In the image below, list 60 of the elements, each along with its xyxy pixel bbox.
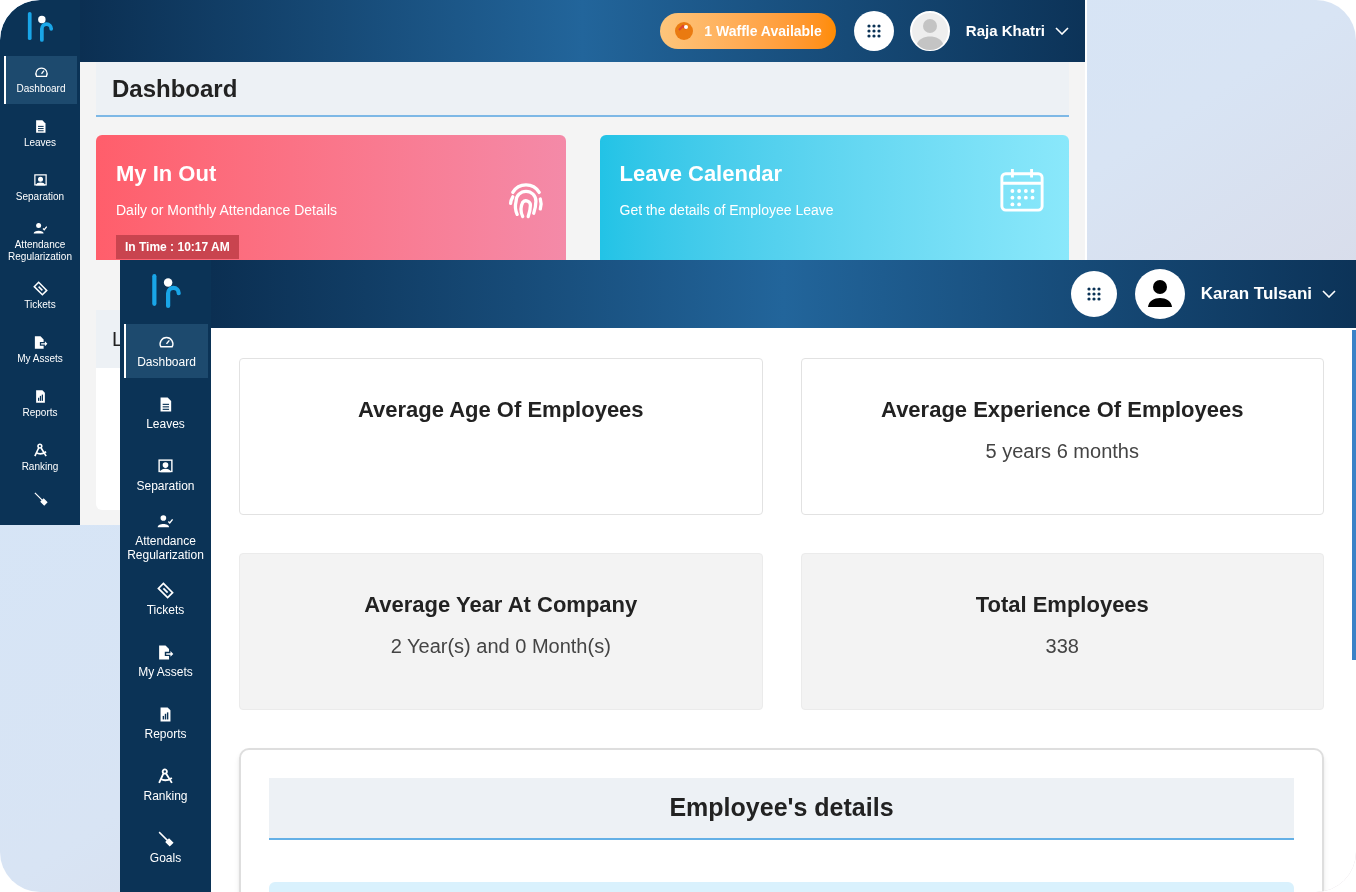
dashboard-card[interactable]: My In Out Daily or Monthly Attendance Details In Time : 10:17 AM xyxy=(96,135,566,260)
gauge-icon xyxy=(33,65,49,80)
sidebar-item[interactable]: Ranking xyxy=(123,758,208,812)
sidebar-item[interactable]: My Assets xyxy=(3,326,77,374)
sidebar-item[interactable]: Attendance Regularization xyxy=(3,218,77,266)
stat-title: Average Age Of Employees xyxy=(357,396,644,424)
grid-icon xyxy=(866,24,881,38)
stat-title: Average Year At Company xyxy=(364,591,638,619)
sidebar-item[interactable]: Separation xyxy=(3,164,77,212)
sidebar-item[interactable]: Attendance Regularization xyxy=(123,510,208,564)
sidebar-item[interactable]: Leaves xyxy=(3,110,77,158)
stat-value: 338 xyxy=(1045,634,1079,659)
sidebar-item[interactable]: Goals xyxy=(123,820,208,874)
ticket-icon xyxy=(157,581,174,599)
sidebar-item[interactable]: Dashboard xyxy=(3,56,77,104)
calendar-icon xyxy=(999,167,1045,213)
scrollbar[interactable] xyxy=(1352,330,1356,660)
chevron-down-icon xyxy=(1322,290,1336,298)
sidebar-item[interactable]: Dashboard xyxy=(123,324,208,378)
stat-value: 5 years 6 months xyxy=(985,439,1139,464)
sidebar-item[interactable]: Reports xyxy=(123,696,208,750)
user-menu[interactable]: Karan Tulsani xyxy=(1200,281,1336,307)
grid-icon xyxy=(1086,287,1101,301)
stat-title: Average Experience Of Employees xyxy=(881,396,1244,424)
sidebar-item[interactable]: Tickets xyxy=(3,272,77,320)
person-check-icon xyxy=(157,512,174,530)
card-subtitle: Get the details of Employee Leave xyxy=(619,201,834,220)
sidebar-item[interactable]: Reports xyxy=(3,380,77,428)
logo-icon xyxy=(26,10,54,42)
section-title: Employee's details xyxy=(669,792,894,824)
compass-icon xyxy=(32,443,48,458)
avatar-icon xyxy=(1134,269,1185,319)
chevron-down-icon xyxy=(1055,27,1069,35)
avatar-icon xyxy=(909,11,950,51)
card-subtitle: Daily or Monthly Attendance Details xyxy=(116,201,337,220)
sidebar-item[interactable]: Tickets xyxy=(123,572,208,626)
card-title: My In Out xyxy=(116,160,218,188)
apps-button[interactable] xyxy=(1070,271,1117,317)
user-menu[interactable]: Raja Khatri xyxy=(965,19,1069,43)
sidebar-item[interactable]: Leaves xyxy=(123,386,208,440)
card-title: Leave Calendar xyxy=(619,160,784,188)
person-board-icon xyxy=(32,173,48,188)
logo-icon xyxy=(149,272,182,308)
file-arrow-icon xyxy=(157,643,174,661)
apps-button[interactable] xyxy=(853,11,894,51)
sidebar-item[interactable]: Separation xyxy=(123,448,208,502)
waffle-icon xyxy=(674,21,695,41)
stat-title: Total Employees xyxy=(975,591,1149,619)
page-title: Dashboard xyxy=(112,73,238,104)
time-badge: In Time : 10:17 AM xyxy=(116,235,239,259)
broom-icon xyxy=(32,490,48,506)
person-board-icon xyxy=(157,457,174,475)
compass-icon xyxy=(157,767,174,785)
broom-icon xyxy=(157,829,174,847)
stat-value: 2 Year(s) and 0 Month(s) xyxy=(390,634,611,659)
person-check-icon xyxy=(32,221,48,236)
file-arrow-icon xyxy=(32,335,48,350)
sidebar-item[interactable]: Ranking xyxy=(3,434,77,482)
sidebar-item[interactable]: My Assets xyxy=(123,634,208,688)
ticket-icon xyxy=(32,281,48,296)
